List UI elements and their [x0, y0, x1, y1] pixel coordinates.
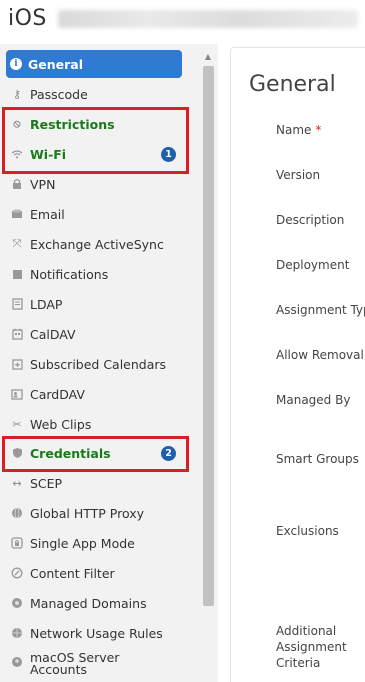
sidebar-item-web-clips[interactable]: ✂ Web Clips	[6, 410, 182, 438]
sidebar-item-label: Web Clips	[30, 416, 92, 432]
field-label-allow-removal: Allow Removal	[276, 348, 364, 362]
highlight-box-credentials	[2, 436, 189, 472]
field-label-smart-groups: Smart Groups	[276, 452, 359, 466]
sidebar-item-label: SCEP	[30, 475, 63, 491]
sidebar-item-vpn[interactable]: VPN	[6, 170, 182, 198]
key-icon: ⚷	[12, 87, 22, 101]
sidebar-item-label: Managed Domains	[30, 595, 147, 611]
sidebar-item-network-usage-rules[interactable]: Network Usage Rules	[6, 619, 182, 647]
sidebar-item-label: CardDAV	[30, 386, 85, 402]
globe-icon	[10, 506, 24, 520]
field-label-version: Version	[276, 168, 321, 182]
field-label-exclusions: Exclusions	[276, 524, 339, 538]
sidebar-item-managed-domains[interactable]: Managed Domains	[6, 589, 182, 617]
sidebar-item-label: Single App Mode	[30, 535, 135, 551]
sidebar-item-subscribed-calendars[interactable]: Subscribed Calendars	[6, 350, 182, 378]
calendar-icon	[10, 327, 24, 341]
sidebar-item-label: General	[28, 56, 83, 72]
sidebar-item-label: Global HTTP Proxy	[30, 505, 145, 521]
sidebar-item-label: Exchange ActiveSync	[30, 236, 164, 252]
sidebar-item-label: Notifications	[30, 266, 109, 282]
scissors-icon: ✂	[12, 417, 22, 431]
page-title: General	[249, 72, 336, 97]
server-icon	[10, 655, 24, 669]
sidebar-item-exchange-activesync[interactable]: ⤧ Exchange ActiveSync	[6, 230, 182, 258]
field-label-description: Description	[276, 213, 345, 227]
app-lock-icon	[10, 536, 24, 550]
sidebar-item-carddav[interactable]: CardDAV	[6, 380, 182, 408]
sidebar-item-single-app-mode[interactable]: Single App Mode	[6, 529, 182, 557]
highlight-box-restrictions-wifi	[2, 107, 189, 174]
sidebar-item-label: Network Usage Rules	[30, 625, 163, 641]
sidebar-item-caldav[interactable]: CalDAV	[6, 320, 182, 348]
sidebar-item-label: LDAP	[30, 296, 63, 312]
field-label-managed-by: Managed By	[276, 393, 351, 407]
field-label-name-text: Name	[276, 123, 312, 137]
ldap-icon	[10, 297, 24, 311]
sidebar-scroll-thumb[interactable]	[203, 66, 214, 606]
info-icon: i	[10, 58, 22, 70]
sidebar-item-label: Passcode	[30, 86, 88, 102]
sidebar-item-label: Email	[30, 206, 65, 222]
sidebar-item-label: VPN	[30, 176, 56, 192]
sidebar-item-label: CalDAV	[30, 326, 76, 342]
platform-title: iOS	[8, 6, 47, 31]
sidebar-item-general[interactable]: i General	[6, 50, 182, 78]
domain-icon	[10, 596, 24, 610]
scroll-up-arrow-icon[interactable]: ▲	[203, 52, 213, 62]
field-label-deployment: Deployment	[276, 258, 350, 272]
redacted-profile-name	[58, 10, 358, 28]
lock-icon	[10, 177, 24, 191]
sidebar-item-macos-server-accounts[interactable]: macOS Server Accounts	[6, 650, 182, 682]
sidebar-item-content-filter[interactable]: Content Filter	[6, 559, 182, 587]
sidebar-item-scep[interactable]: ↔ SCEP	[6, 469, 182, 497]
field-label-additional-criteria: Additional Assignment Criteria	[276, 624, 347, 670]
required-asterisk: *	[315, 123, 322, 137]
arrows-icon: ↔	[12, 476, 22, 490]
sidebar-item-email[interactable]: Email	[6, 200, 182, 228]
sidebar-item-ldap[interactable]: LDAP	[6, 290, 182, 318]
sidebar-item-label: macOS Server Accounts	[30, 650, 120, 677]
sync-icon: ⤧	[12, 237, 22, 250]
filter-icon	[10, 566, 24, 580]
field-label-name: Name *	[276, 123, 321, 137]
field-label-assignment-type: Assignment Type	[276, 303, 365, 317]
email-icon	[10, 207, 24, 221]
sidebar-item-label: Subscribed Calendars	[30, 356, 167, 372]
header-bar: iOS	[0, 0, 365, 40]
contact-card-icon	[10, 387, 24, 401]
main-panel	[230, 47, 365, 682]
sidebar-item-global-http-proxy[interactable]: Global HTTP Proxy	[6, 499, 182, 527]
sidebar-item-passcode[interactable]: ⚷ Passcode	[6, 80, 182, 108]
calendar-plus-icon	[10, 357, 24, 371]
sidebar-item-notifications[interactable]: Notifications	[6, 260, 182, 288]
sidebar-item-label: Content Filter	[30, 565, 115, 581]
notification-icon	[10, 267, 24, 281]
network-icon	[10, 626, 24, 640]
